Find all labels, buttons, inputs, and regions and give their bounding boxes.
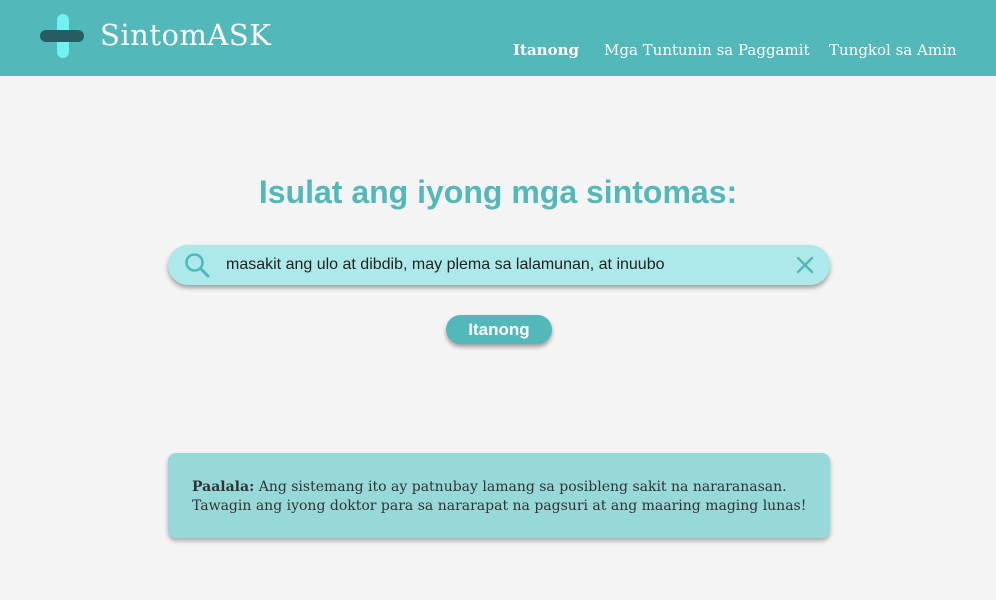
reminder-label: Paalala: <box>192 479 255 495</box>
symptom-search-bar <box>168 245 830 285</box>
reminder-text: Paalala: Ang sistemang ito ay patnubay l… <box>192 478 822 516</box>
reminder-line-2: Tawagin ang iyong doktor para sa nararap… <box>192 498 807 514</box>
search-icon <box>185 253 210 278</box>
close-icon[interactable] <box>795 255 815 275</box>
top-navbar: SintomASK Itanong Mga Tuntunin sa Paggam… <box>0 0 996 76</box>
brand-name: SintomASK <box>100 18 272 52</box>
logo-horizontal-bar <box>40 30 84 42</box>
cross-logo-icon <box>40 14 84 58</box>
symptom-search-input[interactable] <box>226 245 786 285</box>
reminder-notice: Paalala: Ang sistemang ito ay patnubay l… <box>168 453 830 538</box>
nav-item-terms-of-use[interactable]: Mga Tuntunin sa Paggamit <box>604 41 810 59</box>
ask-button[interactable]: Itanong <box>446 315 552 344</box>
page-title: Isulat ang iyong mga sintomas: <box>258 174 738 210</box>
nav-item-itanong[interactable]: Itanong <box>513 41 579 59</box>
reminder-line-1: Ang sistemang ito ay patnubay lamang sa … <box>258 479 787 495</box>
nav-item-about-us[interactable]: Tungkol sa Amin <box>829 41 957 59</box>
